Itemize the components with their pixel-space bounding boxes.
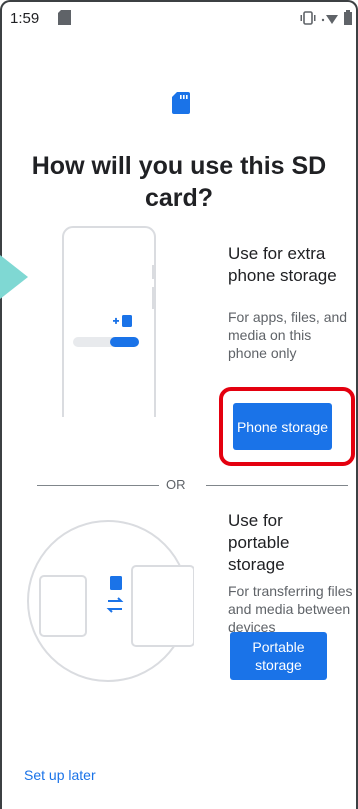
- portable-storage-heading: Use for portable storage: [228, 511, 290, 574]
- divider-or-label: OR: [166, 477, 186, 492]
- vibrate-icon: [300, 10, 316, 30]
- divider-left: [37, 485, 159, 486]
- status-bar: 1:59: [0, 0, 358, 36]
- phone-storage-heading: Use for extra phone storage: [228, 244, 337, 285]
- sd-card-icon: [58, 10, 71, 30]
- portable-storage-description: For transferring files and media between…: [228, 583, 353, 635]
- battery-icon: [344, 10, 352, 30]
- wifi-icon: [321, 11, 339, 30]
- portable-storage-illustration: [27, 520, 194, 682]
- pointer-arrow-icon: [0, 255, 28, 299]
- status-time: 1:59: [10, 10, 40, 27]
- phone-storage-description: For apps, files, and media on this phone…: [228, 309, 348, 361]
- set-up-later-link[interactable]: Set up later: [24, 767, 96, 783]
- sd-card-icon: [172, 92, 190, 119]
- page-title: How will you use this SD card?: [31, 152, 327, 212]
- phone-storage-illustration: [62, 226, 156, 417]
- portable-storage-button[interactable]: Portable storage: [230, 632, 327, 680]
- status-icons: [300, 10, 352, 30]
- phone-storage-button[interactable]: Phone storage: [233, 403, 332, 450]
- divider-right: [206, 485, 348, 486]
